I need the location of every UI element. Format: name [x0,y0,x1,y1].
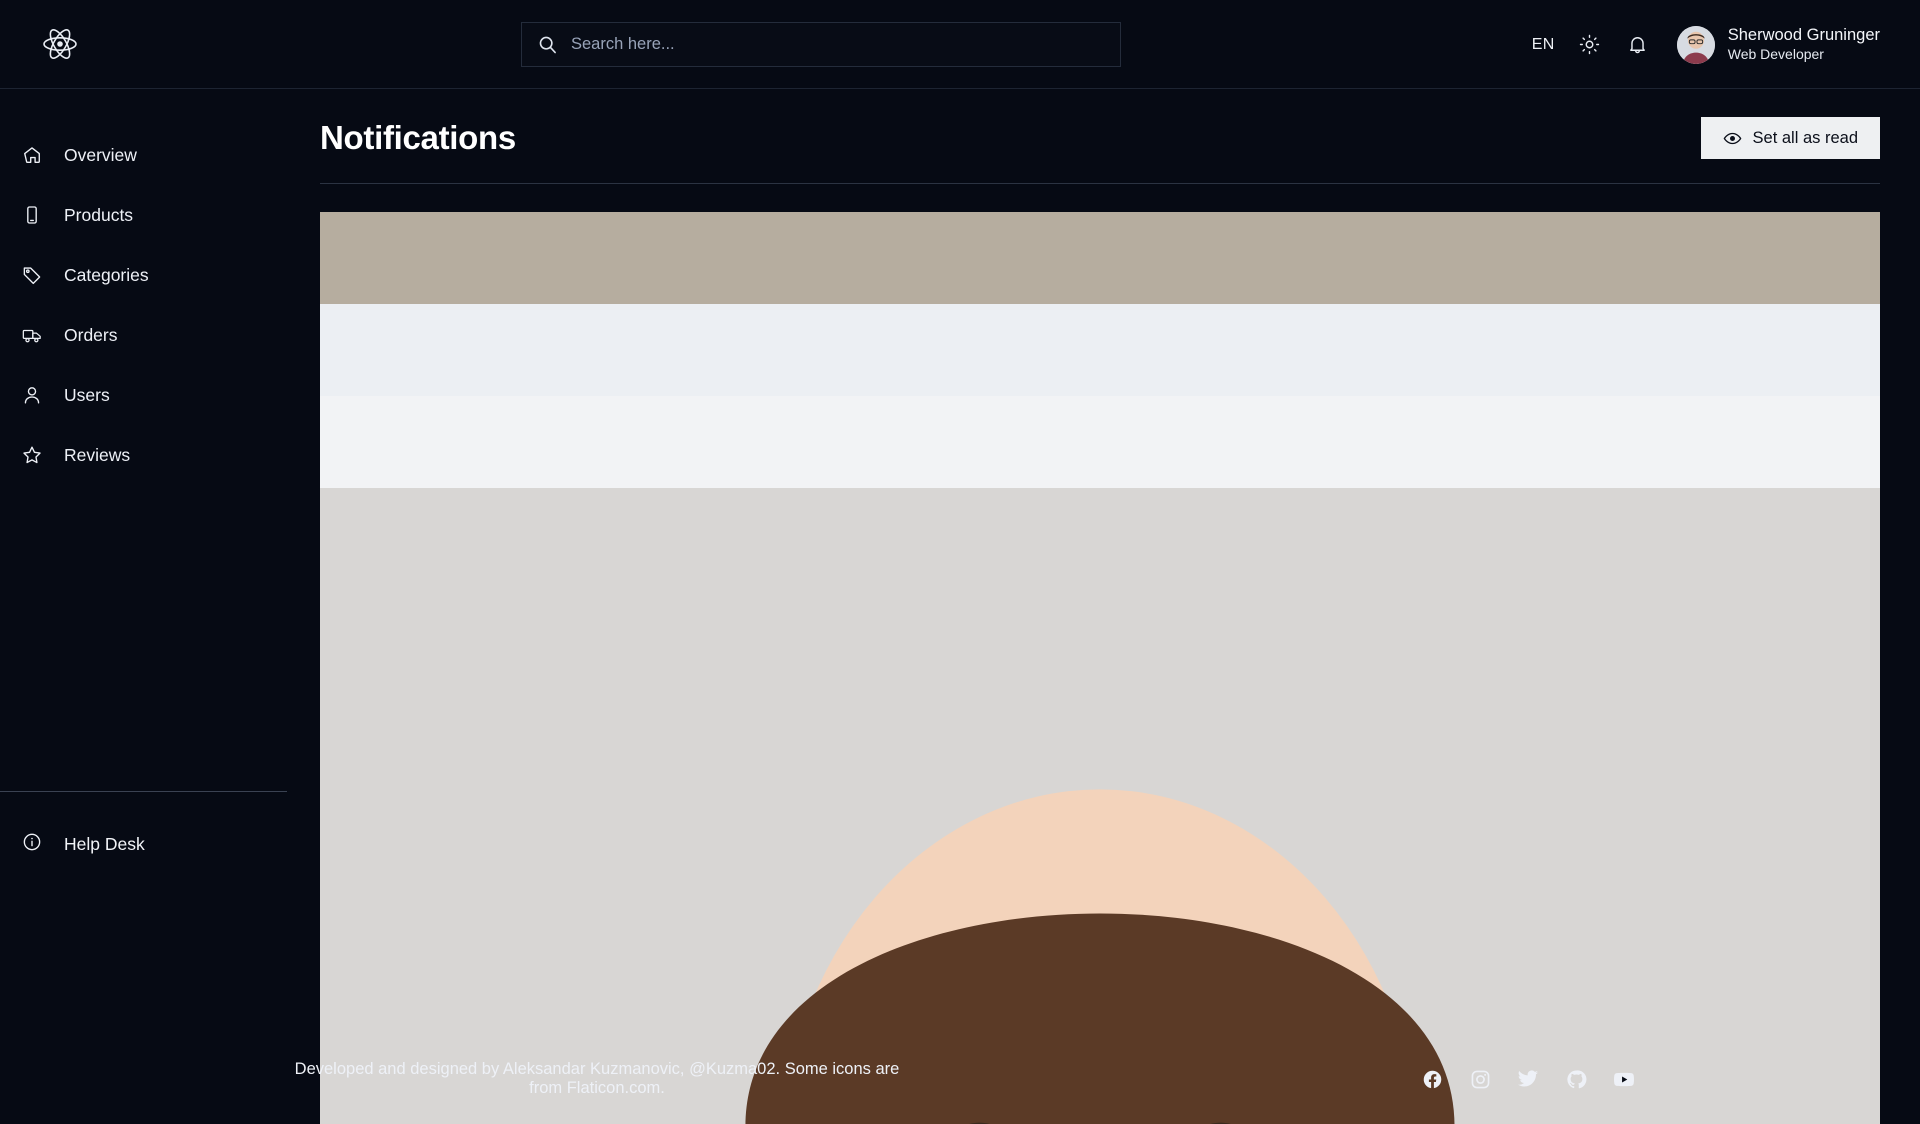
search-bar[interactable] [521,22,1121,67]
notification-row[interactable]: @markkwik liked your post Thursday 3:15p… [320,304,1880,1124]
search-input[interactable] [571,35,1104,54]
sidebar-item-label: Products [64,204,134,225]
sidebar-item-overview[interactable]: Overview [0,125,287,185]
set-all-as-read-label: Set all as read [1752,128,1858,147]
mobile-icon [22,205,42,225]
footer-credit: Developed and designed by Aleksandar Kuz… [294,1060,900,1097]
user-icon [22,385,42,405]
youtube-icon[interactable] [1613,1068,1635,1090]
app-body: Overview Products Categories Orders User… [0,89,1920,1124]
tag-icon [22,265,42,285]
github-icon[interactable] [1565,1068,1587,1090]
sidebar-item-users[interactable]: Users [0,365,287,425]
sidebar-item-label: Categories [64,264,149,285]
sidebar-item-help-desk[interactable]: Help Desk [0,814,287,874]
language-selector[interactable]: EN [1532,36,1555,54]
sun-icon[interactable] [1577,32,1603,58]
facebook-icon[interactable] [1421,1068,1443,1090]
header-actions: EN Sherwood Gruninger Web Developer [1532,0,1880,89]
app-footer: Developed and designed by Aleksandar Kuz… [0,1034,1920,1124]
sidebar-item-label: Reviews [64,444,131,465]
star-icon [22,445,42,465]
avatar [320,488,1880,1124]
page-title: Notifications [320,119,516,156]
app-header: EN [0,0,1920,89]
home-icon [22,145,42,165]
info-icon [22,832,42,857]
truck-icon [22,325,42,345]
sidebar-item-label: Overview [64,144,137,165]
social-links [1421,1068,1635,1090]
sidebar-divider [0,791,287,792]
sidebar-item-label: Help Desk [64,833,145,854]
instagram-icon[interactable] [1469,1068,1491,1090]
eye-icon [1723,129,1742,148]
notification-row[interactable]: @gg86 invited you in a private group Thu… [320,488,1880,1124]
notification-row[interactable]: @johndoe followed you Thursday 4:20pm 2 … [320,212,1880,1124]
sidebar-item-label: Orders [64,324,118,345]
bell-icon[interactable] [1625,32,1651,58]
react-atom-logo[interactable] [10,26,110,62]
page-header: Notifications Set all as read [320,89,1880,184]
sidebar-item-categories[interactable]: Categories [0,245,287,305]
user-name: Sherwood Gruninger [1727,26,1880,45]
notifications-list: @johndoe followed you Thursday 4:20pm 2 … [320,212,1880,1124]
sidebar-item-products[interactable]: Products [0,185,287,245]
sidebar-item-reviews[interactable]: Reviews [0,425,287,485]
avatar [320,212,1880,1124]
sidebar-item-orders[interactable]: Orders [0,305,287,365]
notification-row[interactable]: @markdoe followed you Thursday 1:30pm 4 … [320,396,1880,1124]
user-menu[interactable]: Sherwood Gruninger Web Developer [1676,25,1880,64]
set-all-as-read-button[interactable]: Set all as read [1700,117,1880,159]
sidebar-item-label: Users [64,384,110,405]
avatar [1676,25,1715,64]
main-content: Notifications Set all as read [287,89,1920,1124]
twitter-icon[interactable] [1517,1068,1539,1090]
sidebar-footer: Help Desk [0,791,287,874]
avatar [320,304,1880,1124]
search-icon [538,35,557,54]
sidebar: Overview Products Categories Orders User… [0,89,287,1124]
avatar [320,396,1880,1124]
user-role: Web Developer [1727,46,1824,63]
